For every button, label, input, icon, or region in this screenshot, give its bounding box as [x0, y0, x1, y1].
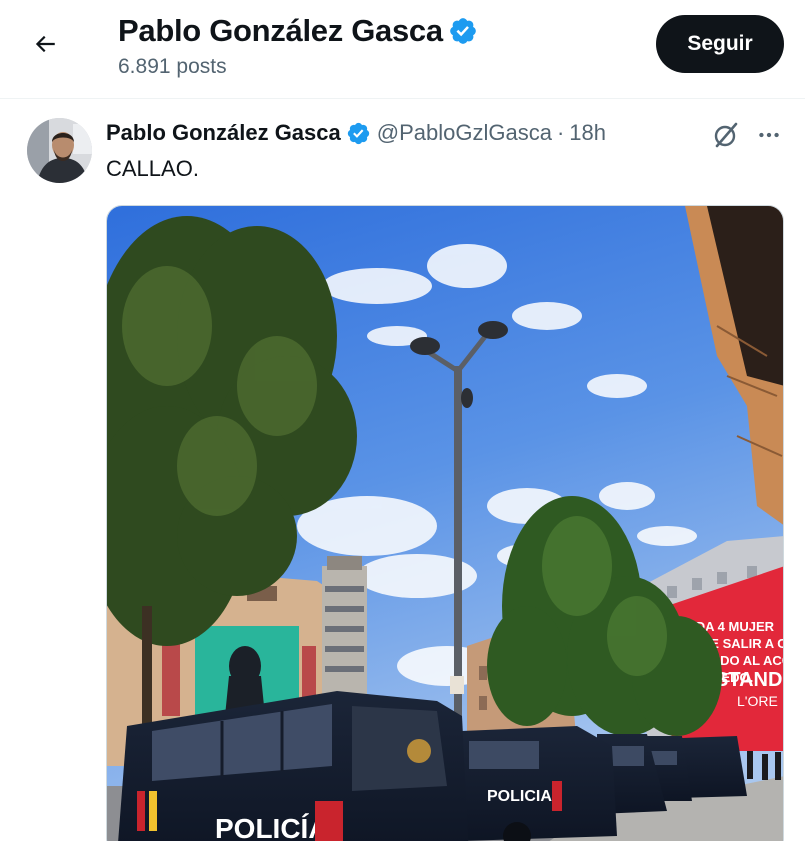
grok-button[interactable]: [708, 117, 744, 153]
back-arrow-icon: [35, 35, 55, 53]
post-separator: ·: [556, 120, 565, 145]
header-name-row: Pablo González Gasca: [118, 12, 478, 50]
post-author-name[interactable]: Pablo González Gasca: [106, 120, 341, 146]
more-icon: [759, 132, 779, 138]
van-label-front: POLICÍA: [215, 813, 329, 841]
avatar[interactable]: [27, 118, 92, 183]
profile-header: Pablo González Gasca 6.891 posts Seguir: [0, 0, 805, 99]
post-timestamp[interactable]: 18h: [569, 120, 606, 146]
van-label-middle: POLICIA: [487, 788, 552, 805]
post-media-image[interactable]: CADA 4 MUJER DA DE SALIR A CO MIEDO AL A…: [106, 205, 784, 841]
header-profile-name: Pablo González Gasca: [118, 13, 443, 48]
follow-button[interactable]: Seguir: [656, 15, 784, 73]
grok-icon: [714, 122, 738, 148]
post-header: Pablo González Gasca @PabloGzlGasca · 18…: [106, 118, 606, 148]
more-options-button[interactable]: [751, 117, 787, 153]
sign-brand-loreal: L'ORE: [737, 693, 778, 709]
verified-badge-icon: [448, 16, 478, 46]
back-button[interactable]: [25, 24, 65, 64]
post-text: CALLAO.: [106, 156, 199, 181]
sign-brand-standup: STANDU: [715, 669, 784, 691]
street-photo: CADA 4 MUJER DA DE SALIR A CO MIEDO AL A…: [107, 206, 784, 841]
post-handle[interactable]: @PabloGzlGasca: [377, 120, 552, 146]
verified-badge-icon: [346, 121, 371, 146]
posts-count: 6.891 posts: [118, 55, 227, 78]
